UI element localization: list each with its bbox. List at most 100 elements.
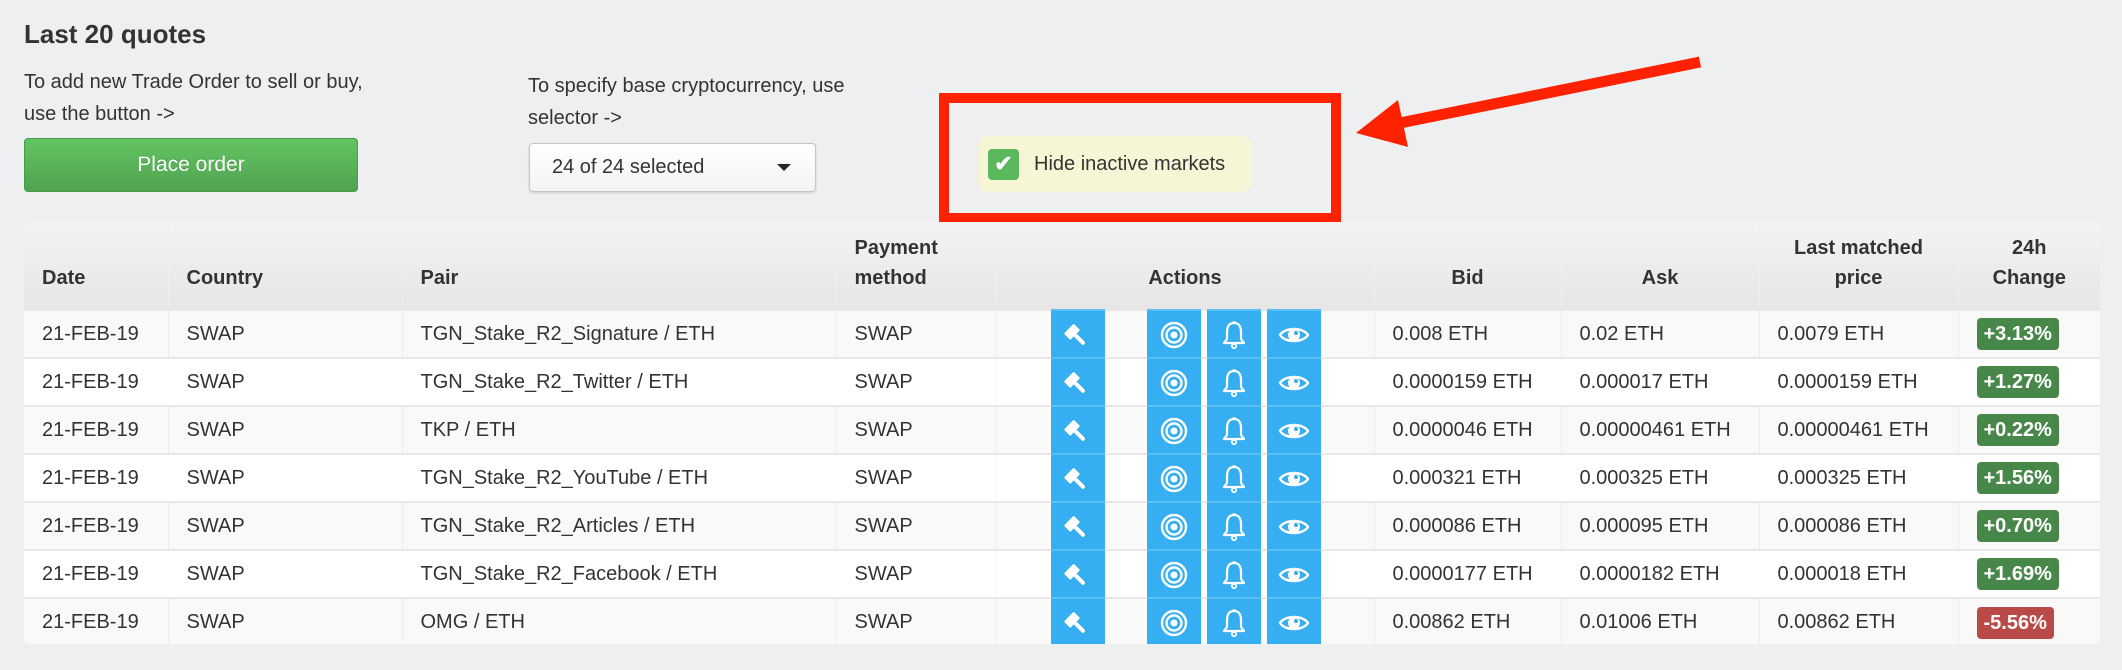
cell-bid: 0.000321 ETH: [1374, 453, 1561, 502]
cell-country: SWAP: [168, 549, 402, 598]
cell-date: 21-FEB-19: [24, 597, 168, 644]
checkbox-checked-icon[interactable]: ✔: [988, 148, 1019, 180]
bid-button[interactable]: [1050, 597, 1105, 644]
caret-down-icon: [777, 164, 791, 171]
selector-hint: To specify base cryptocurrency, use sele…: [528, 75, 845, 129]
change-badge: +1.56%: [1976, 462, 2059, 494]
bid-button[interactable]: [1050, 405, 1105, 455]
cell-ask: 0.000017 ETH: [1561, 357, 1759, 406]
cell-last-matched-price: 0.0000159 ETH: [1759, 357, 1958, 406]
cell-country: SWAP: [167, 309, 402, 358]
gavel-icon: [1063, 564, 1085, 585]
cell-last-matched-price: 0.000086 ETH: [1758, 501, 1958, 550]
cell-pair: TGN_Stake_R2_Twitter / ETH: [402, 357, 836, 406]
cell-last-matched-price: 0.000018 ETH: [1759, 549, 1958, 598]
watch-button[interactable]: [1266, 453, 1321, 503]
place-order-button[interactable]: Place order: [24, 138, 358, 192]
eye-icon: [1278, 375, 1309, 391]
cell-24h-change: -5.56%: [1957, 597, 2100, 644]
watch-button[interactable]: [1266, 501, 1321, 551]
table-header-row: Date Country Pair Payment method Actions…: [24, 222, 2100, 310]
table-row: 21-FEB-19 SWAP TGN_Stake_R2_YouTube / ET…: [24, 453, 2100, 503]
target-button[interactable]: [1146, 357, 1201, 407]
cell-pair: TGN_Stake_R2_Signature / ETH: [401, 309, 836, 358]
bid-button[interactable]: [1050, 453, 1105, 503]
gavel-icon: [1063, 516, 1085, 537]
column-header-country[interactable]: Country: [167, 222, 402, 310]
alert-button[interactable]: [1206, 309, 1261, 359]
cell-ask: 0.0000182 ETH: [1561, 549, 1759, 598]
watch-button[interactable]: [1266, 405, 1321, 455]
watch-button[interactable]: [1266, 549, 1321, 599]
change-badge: +1.27%: [1976, 366, 2059, 398]
bell-icon: [1222, 609, 1245, 638]
column-header-payment-method[interactable]: Payment method: [835, 222, 996, 310]
eye-icon: [1278, 519, 1309, 535]
alert-button[interactable]: [1206, 597, 1261, 644]
cell-pair: TGN_Stake_R2_Facebook / ETH: [402, 549, 836, 598]
cell-payment-method: SWAP: [835, 597, 996, 644]
table-row: 21-FEB-19 SWAP TGN_Stake_R2_Facebook / E…: [24, 549, 2100, 599]
cell-ask: 0.000095 ETH: [1560, 501, 1759, 550]
bell-icon: [1222, 417, 1245, 446]
column-header-date[interactable]: Date: [24, 222, 168, 310]
cell-payment-method: SWAP: [835, 501, 996, 550]
watch-button[interactable]: [1266, 597, 1321, 644]
eye-icon: [1278, 327, 1309, 343]
cell-last-matched-price: 0.000325 ETH: [1759, 453, 1958, 502]
cell-last-matched-price: 0.00862 ETH: [1758, 597, 1958, 644]
cell-bid: 0.000086 ETH: [1373, 501, 1561, 550]
gavel-icon: [1063, 420, 1085, 441]
alert-button[interactable]: [1206, 501, 1261, 551]
target-button[interactable]: [1146, 597, 1201, 644]
bullseye-icon: [1160, 417, 1187, 445]
cell-ask: 0.02 ETH: [1560, 309, 1759, 358]
change-badge: +3.13%: [1976, 318, 2059, 350]
column-header-bid[interactable]: Bid: [1373, 222, 1561, 310]
bullseye-icon: [1160, 561, 1187, 589]
column-header-last-matched-price[interactable]: Last matched price: [1758, 222, 1958, 310]
column-header-pair[interactable]: Pair: [401, 222, 836, 310]
bid-button[interactable]: [1050, 309, 1105, 359]
alert-button[interactable]: [1206, 357, 1261, 407]
place-order-hint: To add new Trade Order to sell or buy, u…: [24, 71, 363, 125]
cell-payment-method: SWAP: [835, 309, 996, 358]
watch-button[interactable]: [1266, 309, 1321, 359]
cell-24h-change: +3.13%: [1957, 309, 2100, 358]
cell-24h-change: +1.27%: [1958, 357, 2100, 406]
change-badge: +0.70%: [1976, 510, 2059, 542]
alert-button[interactable]: [1206, 549, 1261, 599]
cell-country: SWAP: [167, 597, 402, 644]
bid-button[interactable]: [1050, 549, 1105, 599]
gavel-icon: [1063, 612, 1085, 633]
column-header-24h-change[interactable]: 24h Change: [1957, 222, 2100, 310]
bid-button[interactable]: [1050, 357, 1105, 407]
bid-button[interactable]: [1050, 501, 1105, 551]
annotation-arrow-shaft: [1398, 56, 1702, 129]
target-button[interactable]: [1146, 501, 1201, 551]
cell-payment-method: SWAP: [836, 549, 996, 598]
column-header-actions: Actions: [995, 222, 1374, 310]
quotes-page: Last 20 quotes To add new Trade Order to…: [0, 0, 2122, 670]
base-currency-selector[interactable]: 24 of 24 selected: [529, 143, 816, 192]
column-header-ask[interactable]: Ask: [1560, 222, 1759, 310]
target-button[interactable]: [1146, 453, 1201, 503]
cell-pair: TGN_Stake_R2_Articles / ETH: [401, 501, 836, 550]
eye-icon: [1278, 567, 1309, 583]
alert-button[interactable]: [1206, 405, 1261, 455]
cell-bid: 0.008 ETH: [1373, 309, 1561, 358]
hide-inactive-markets-toggle[interactable]: ✔ Hide inactive markets: [978, 136, 1252, 192]
target-button[interactable]: [1146, 549, 1201, 599]
selector-value: 24 of 24 selected: [552, 156, 705, 178]
watch-button[interactable]: [1266, 357, 1321, 407]
target-button[interactable]: [1146, 309, 1201, 359]
cell-last-matched-price: 0.00000461 ETH: [1758, 405, 1958, 454]
table-row: 21-FEB-19 SWAP TKP / ETH SWAP 0.0000046 …: [24, 405, 2100, 455]
cell-pair: TGN_Stake_R2_YouTube / ETH: [402, 453, 836, 502]
cell-date: 21-FEB-19: [24, 357, 168, 406]
alert-button[interactable]: [1206, 453, 1261, 503]
cell-country: SWAP: [168, 357, 402, 406]
cell-bid: 0.0000159 ETH: [1374, 357, 1561, 406]
page-title: Last 20 quotes: [24, 19, 207, 49]
target-button[interactable]: [1146, 405, 1201, 455]
